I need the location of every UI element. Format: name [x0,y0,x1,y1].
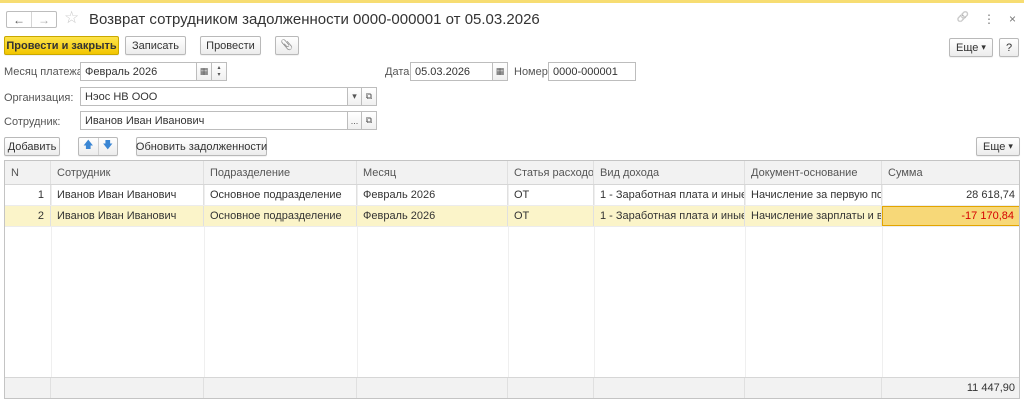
expense-item-cell[interactable]: ОТ [508,185,594,205]
department-cell[interactable]: Основное подразделение [204,206,357,226]
footer-cell [51,378,204,398]
move-buttons: 🡅 🡇 [78,137,118,156]
table-more-label: Еще [983,140,1006,153]
employee-select-icon[interactable]: ... [347,111,362,130]
close-icon[interactable]: × [1009,12,1016,26]
table-more-button[interactable]: Еще ▾ [976,137,1020,156]
employee-open-icon[interactable]: ⧉ [361,111,377,130]
window-controls: 🔗 ⋮ × [957,12,1016,26]
window-title: Возврат сотрудником задолженности 0000-0… [89,11,540,28]
column-header-amount[interactable]: Сумма [882,161,1019,184]
column-header-n[interactable]: N [5,161,51,184]
number-label: Номер: [514,66,551,78]
column-header-expense-item[interactable]: Статья расходов [508,161,594,184]
base-document-cell[interactable]: Начисление за первую по... [745,185,882,205]
footer-cell [508,378,594,398]
employee-field[interactable]: Иванов Иван Иванович [80,111,348,130]
footer-cell [745,378,882,398]
footer-cell [5,378,51,398]
paperclip-icon: 📎 [280,40,294,51]
more-label: Еще [956,41,979,54]
navigation-buttons: ← → [6,11,57,28]
table-footer: 11 447,90 [5,377,1019,398]
footer-cell [204,378,357,398]
organization-label: Организация: [4,92,74,104]
payment-month-field[interactable]: Февраль 2026 [80,62,197,81]
employee-cell[interactable]: Иванов Иван Иванович [51,206,204,226]
chevron-down-icon: ▾ [1008,141,1013,151]
date-calendar-icon[interactable]: ▦ [492,62,508,81]
income-type-cell[interactable]: 1 - Заработная плата и иные ... [594,206,745,226]
organization-field[interactable]: Нэос НВ ООО [80,87,348,106]
table-row-selected[interactable]: 2 Иванов Иван Иванович Основное подразде… [5,206,1019,227]
expense-item-cell[interactable]: ОТ [508,206,594,226]
debts-table[interactable]: N Сотрудник Подразделение Месяц Статья р… [4,160,1020,399]
move-up-icon[interactable]: 🡅 [79,138,99,155]
base-document-cell[interactable]: Начисление зарплаты и вз... [745,206,882,226]
column-header-department[interactable]: Подразделение [204,161,357,184]
post-button[interactable]: Провести [200,36,261,55]
row-number: 2 [5,206,51,226]
payment-month-label: Месяц платежа: [4,66,86,78]
month-cell[interactable]: Февраль 2026 [357,185,508,205]
column-header-month[interactable]: Месяц [357,161,508,184]
link-icon[interactable]: 🔗 [957,12,969,26]
add-row-button[interactable]: Добавить [4,137,60,156]
column-header-base-document[interactable]: Документ-основание [745,161,882,184]
department-cell[interactable]: Основное подразделение [204,185,357,205]
forward-arrow-icon[interactable]: → [31,12,56,27]
footer-cell [357,378,508,398]
post-and-close-button[interactable]: Провести и закрыть [4,36,119,55]
save-button[interactable]: Записать [125,36,186,55]
chevron-down-icon: ▾ [981,42,986,52]
table-header: N Сотрудник Подразделение Месяц Статья р… [5,161,1019,185]
total-amount: 11 447,90 [966,382,1015,394]
income-type-cell[interactable]: 1 - Заработная плата и иные ... [594,185,745,205]
number-field[interactable]: 0000-000001 [548,62,636,81]
calendar-icon[interactable]: ▦ [196,62,212,81]
date-label: Дата: [385,66,413,78]
row-number: 1 [5,185,51,205]
employee-cell[interactable]: Иванов Иван Иванович [51,185,204,205]
stepper-down-icon: ▾ [217,71,221,78]
help-button[interactable]: ? [999,38,1019,57]
employee-label: Сотрудник: [4,116,61,128]
column-header-employee[interactable]: Сотрудник [51,161,204,184]
amount-cell[interactable]: 28 618,74 [882,185,1019,205]
more-button[interactable]: Еще ▾ [949,38,993,57]
favorite-star-icon[interactable]: ☆ [64,8,79,28]
attach-button[interactable]: 📎 [275,36,299,55]
column-header-income-type[interactable]: Вид дохода [594,161,745,184]
month-stepper[interactable]: ▴ ▾ [211,62,227,81]
footer-cell [594,378,745,398]
more-actions-icon[interactable]: ⋮ [983,12,995,26]
organization-dropdown-icon[interactable]: ▾ [347,87,362,106]
move-down-icon[interactable]: 🡇 [99,138,118,155]
organization-open-icon[interactable]: ⧉ [361,87,377,106]
date-field[interactable]: 05.03.2026 [410,62,493,81]
stepper-up-icon: ▴ [217,64,221,71]
back-arrow-icon[interactable]: ← [7,12,31,27]
table-row[interactable]: 1 Иванов Иван Иванович Основное подразде… [5,185,1019,206]
month-cell[interactable]: Февраль 2026 [357,206,508,226]
title-bar: ← → ☆ Возврат сотрудником задолженности … [0,3,1024,33]
amount-cell-active[interactable]: -17 170,84 [882,206,1019,226]
refresh-debts-button[interactable]: Обновить задолженности [136,137,267,156]
